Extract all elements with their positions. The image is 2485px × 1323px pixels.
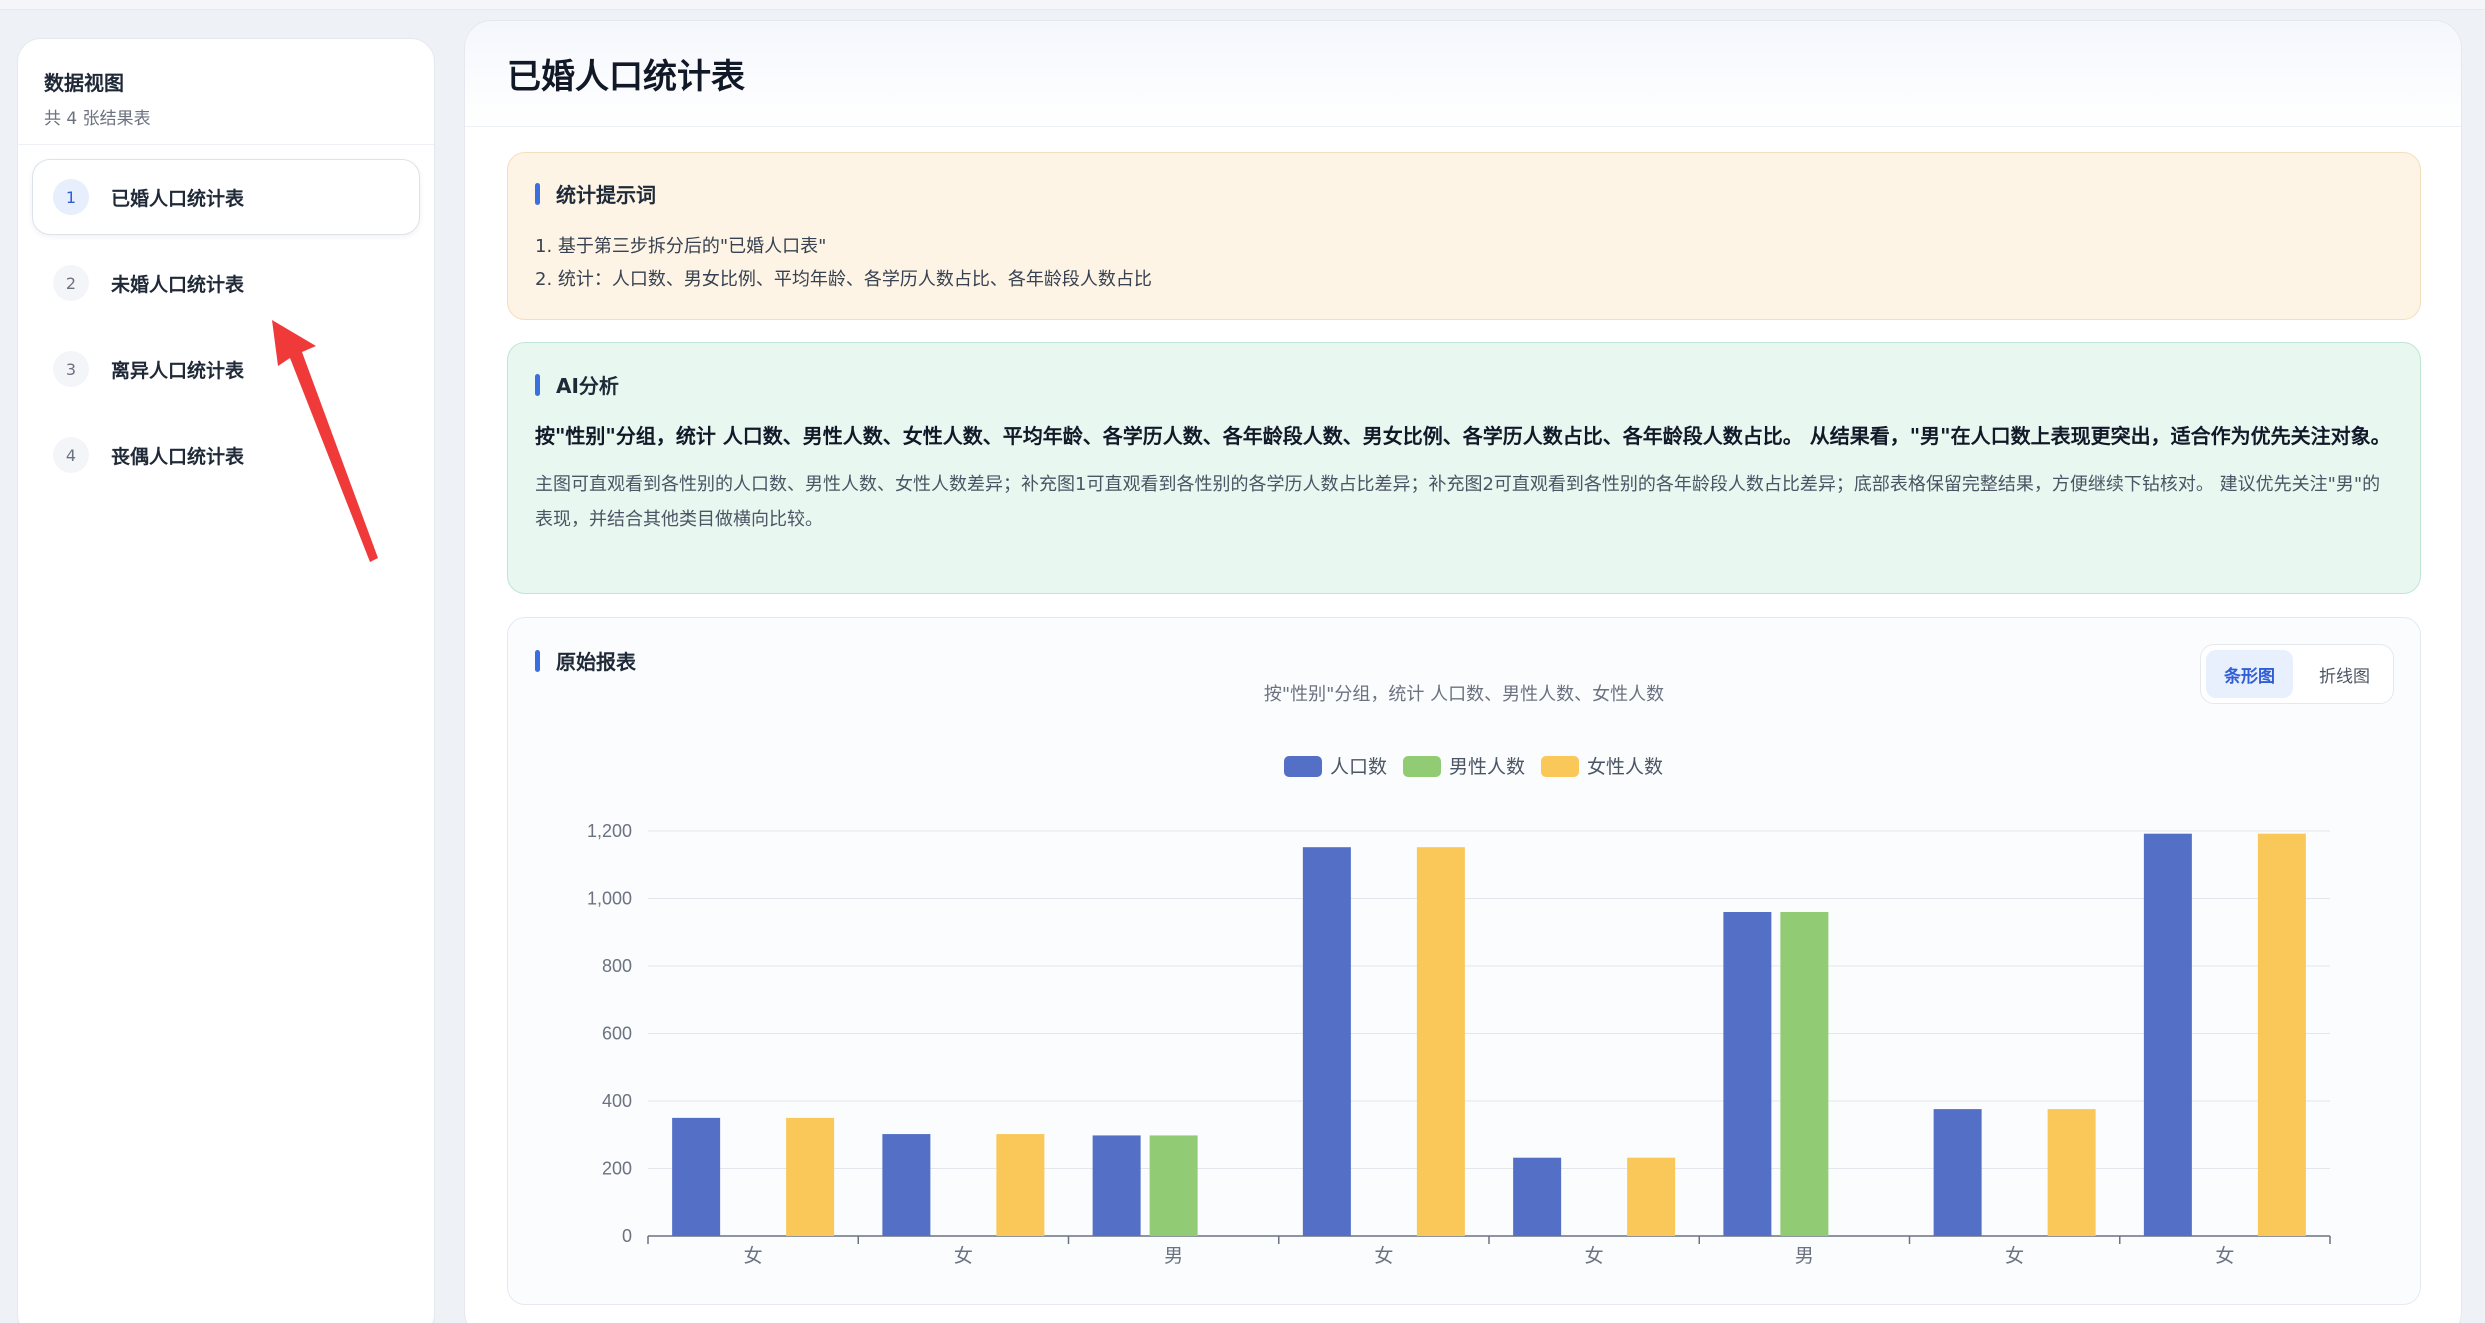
prompt-line-1: 1. 基于第三步拆分后的"已婚人口表" <box>535 236 827 257</box>
ai-title: AI分析 <box>556 374 619 398</box>
bar <box>2257 833 2306 1236</box>
bar <box>882 1134 931 1236</box>
bar <box>786 1117 835 1236</box>
x-tick-label: 女 <box>1374 1245 1393 1267</box>
sidebar-item-label: 丧偶人口统计表 <box>111 445 245 468</box>
prompt-card-title: 统计提示词 <box>535 179 2393 208</box>
sidebar-item-label: 已婚人口统计表 <box>111 187 245 210</box>
y-tick-label: 1,000 <box>587 889 632 909</box>
y-tick-label: 400 <box>602 1091 632 1111</box>
ai-detail: 主图可直观看到各性别的人口数、男性人数、女性人数差异；补充图1可直观看到各性别的… <box>535 474 2381 530</box>
x-tick-label: 男 <box>1795 1246 1814 1267</box>
y-tick-label: 600 <box>602 1024 632 1044</box>
legend-label: 女性人数 <box>1587 756 1663 778</box>
main-panel: 已婚人口统计表 统计提示词 1. 基于第三步拆分后的"已婚人口表" 2. 统计：… <box>464 20 2462 1323</box>
item-number: 3 <box>53 351 89 387</box>
legend-swatch <box>1403 756 1441 777</box>
legend-swatch <box>1541 756 1579 777</box>
legend-swatch <box>1284 756 1322 777</box>
x-tick-label: 女 <box>2005 1245 2024 1267</box>
bar-chart: 0 200 400 600 800 1,000 1,200 女 女 男 女 女 男 女 女 人口数 男性人数 女性… <box>587 756 2331 1267</box>
sidebar-item-label: 离异人口统计表 <box>111 359 245 382</box>
bar <box>1302 847 1351 1236</box>
legend-label: 男性人数 <box>1449 756 1525 778</box>
sidebar-header: 数据视图 共 4 张结果表 <box>18 39 434 145</box>
accent-bar <box>535 373 540 396</box>
bar <box>996 1134 1045 1236</box>
ai-analysis-card: AI分析 按"性别"分组，统计 人口数、男性人数、女性人数、平均年龄、各学历人数… <box>507 342 2421 594</box>
bar <box>2143 833 2192 1236</box>
bar <box>1149 1135 1198 1236</box>
main-header: 已婚人口统计表 <box>465 21 2461 127</box>
prompt-title: 统计提示词 <box>556 183 656 207</box>
prompt-lines: 1. 基于第三步拆分后的"已婚人口表" 2. 统计：人口数、男女比例、平均年龄、… <box>535 230 2393 296</box>
sidebar-item-label: 未婚人口统计表 <box>111 273 245 296</box>
bar <box>1513 1157 1562 1236</box>
x-tick-label: 女 <box>1585 1245 1604 1267</box>
y-tick-label: 800 <box>602 956 632 976</box>
sidebar: 数据视图 共 4 张结果表 1 已婚人口统计表 2 未婚人口统计表 3 离异人口… <box>17 38 435 1323</box>
sidebar-item-married[interactable]: 1 已婚人口统计表 <box>32 159 420 235</box>
report-card: 原始报表 按"性别"分组，统计 人口数、男性人数、女性人数 条形图 折线图 02… <box>507 617 2421 1305</box>
x-tick-label: 女 <box>744 1245 763 1267</box>
legend-label: 人口数 <box>1330 756 1387 778</box>
bar <box>1092 1135 1141 1236</box>
bar <box>2047 1109 2096 1236</box>
y-tick-label: 1,200 <box>587 821 632 841</box>
item-number: 4 <box>53 437 89 473</box>
ai-card-title: AI分析 <box>535 370 2393 399</box>
bar <box>1933 1109 1982 1236</box>
ai-summary: 按"性别"分组，统计 人口数、男性人数、女性人数、平均年龄、各学历人数、各年龄段… <box>535 424 2391 448</box>
prompt-line-2: 2. 统计：人口数、男女比例、平均年龄、各学历人数占比、各年龄段人数占比 <box>535 269 1152 290</box>
bar <box>1416 847 1465 1236</box>
item-number: 2 <box>53 265 89 301</box>
page-title: 已婚人口统计表 <box>507 57 745 97</box>
x-tick-label: 女 <box>2215 1245 2234 1267</box>
sidebar-title: 数据视图 <box>44 71 124 95</box>
x-tick-label: 女 <box>954 1245 973 1267</box>
accent-bar <box>535 182 540 205</box>
bar <box>672 1117 721 1236</box>
y-tick-label: 200 <box>602 1159 632 1179</box>
sidebar-subtitle: 共 4 张结果表 <box>44 109 151 129</box>
bar <box>1723 912 1772 1236</box>
y-tick-label: 0 <box>622 1226 632 1246</box>
item-number: 1 <box>53 179 89 215</box>
prompt-card: 统计提示词 1. 基于第三步拆分后的"已婚人口表" 2. 统计：人口数、男女比例… <box>507 152 2421 320</box>
annotation-arrow-icon <box>272 320 378 562</box>
top-edge <box>0 0 2485 10</box>
bar <box>1627 1157 1676 1236</box>
x-tick-label: 男 <box>1164 1246 1183 1267</box>
bar <box>1780 912 1829 1236</box>
